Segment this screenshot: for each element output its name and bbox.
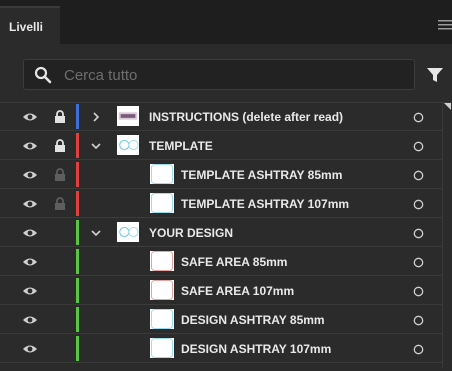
target-circle-icon[interactable] — [413, 141, 424, 152]
layer-color-bar — [76, 162, 79, 187]
layer-name[interactable]: TEMPLATE — [149, 139, 213, 153]
chevron-right-icon[interactable] — [91, 112, 101, 122]
layer-name[interactable]: INSTRUCTIONS (delete after read) — [149, 110, 343, 124]
layer-color-bar — [76, 220, 79, 245]
layer-color-bar — [76, 336, 79, 361]
tab-layers[interactable]: Livelli — [0, 6, 60, 44]
layer-name[interactable]: SAFE AREA 107mm — [181, 284, 294, 298]
target-circle-icon[interactable] — [413, 344, 424, 355]
search-input[interactable] — [64, 64, 404, 86]
eye-icon[interactable] — [22, 285, 38, 297]
eye-icon[interactable] — [22, 111, 38, 123]
lock-icon[interactable] — [54, 197, 66, 211]
eye-icon[interactable] — [22, 314, 38, 326]
panel-header: Livelli — [0, 0, 452, 44]
lock-toggle[interactable] — [54, 255, 66, 269]
scroll-up-arrow-icon[interactable] — [442, 101, 452, 111]
eye-icon[interactable] — [22, 256, 38, 268]
layer-name[interactable]: SAFE AREA 85mm — [181, 255, 287, 269]
column-divider — [442, 102, 443, 368]
layer-row[interactable]: DESIGN ASHTRAY 85mm — [0, 306, 442, 334]
layer-color-bar — [76, 191, 79, 216]
lock-icon[interactable] — [54, 168, 66, 182]
chevron-down-icon[interactable] — [91, 141, 101, 151]
circle-thumbnail-cyan — [150, 309, 174, 329]
layer-row[interactable]: TEMPLATE ASHTRAY 85mm — [0, 161, 442, 189]
search-icon — [34, 66, 52, 84]
layer-row[interactable]: SAFE AREA 107mm — [0, 277, 442, 305]
filter-icon[interactable] — [426, 66, 444, 84]
layer-color-bar — [76, 249, 79, 274]
eye-icon[interactable] — [22, 140, 38, 152]
layer-name[interactable]: DESIGN ASHTRAY 107mm — [181, 342, 331, 356]
layer-color-bar — [76, 133, 79, 158]
circle-thumbnail-red — [150, 280, 174, 300]
layer-name[interactable]: TEMPLATE ASHTRAY 107mm — [181, 197, 349, 211]
layer-row[interactable]: YOUR DESIGN — [0, 219, 442, 247]
lock-toggle[interactable] — [54, 226, 66, 240]
layer-name[interactable]: TEMPLATE ASHTRAY 85mm — [181, 168, 342, 182]
eye-icon[interactable] — [22, 198, 38, 210]
tab-layers-label: Livelli — [9, 20, 44, 34]
circles-thumbnail — [117, 222, 139, 242]
layer-name[interactable]: DESIGN ASHTRAY 85mm — [181, 313, 325, 327]
target-circle-icon[interactable] — [413, 315, 424, 326]
circle-thumbnail-cyan — [150, 338, 174, 358]
eye-icon[interactable] — [22, 343, 38, 355]
chevron-down-icon[interactable] — [91, 228, 101, 238]
lock-icon[interactable] — [54, 110, 66, 124]
layer-color-bar — [76, 307, 79, 332]
circle-thumbnail-cyan — [150, 193, 174, 213]
layer-row[interactable]: DESIGN ASHTRAY 107mm — [0, 335, 442, 363]
circle-thumbnail-red — [150, 251, 174, 271]
layer-row[interactable]: INSTRUCTIONS (delete after read) — [0, 103, 442, 131]
lock-icon[interactable] — [54, 139, 66, 153]
layer-row[interactable]: SAFE AREA 85mm — [0, 248, 442, 276]
target-circle-icon[interactable] — [413, 228, 424, 239]
target-circle-icon[interactable] — [413, 112, 424, 123]
target-circle-icon[interactable] — [413, 257, 424, 268]
lock-toggle[interactable] — [54, 342, 66, 356]
target-circle-icon[interactable] — [413, 199, 424, 210]
panel-menu-icon[interactable] — [438, 20, 452, 30]
lock-toggle[interactable] — [54, 313, 66, 327]
layer-row[interactable]: TEMPLATE — [0, 132, 442, 160]
layer-name[interactable]: YOUR DESIGN — [149, 226, 233, 240]
circles-thumbnail — [117, 135, 139, 155]
instructions-thumbnail — [117, 106, 139, 126]
circle-thumbnail-cyan — [150, 164, 174, 184]
target-circle-icon[interactable] — [413, 170, 424, 181]
eye-icon[interactable] — [22, 169, 38, 181]
layer-color-bar — [76, 104, 79, 129]
layer-row[interactable]: TEMPLATE ASHTRAY 107mm — [0, 190, 442, 218]
layer-color-bar — [76, 278, 79, 303]
eye-icon[interactable] — [22, 227, 38, 239]
target-circle-icon[interactable] — [413, 286, 424, 297]
lock-toggle[interactable] — [54, 284, 66, 298]
